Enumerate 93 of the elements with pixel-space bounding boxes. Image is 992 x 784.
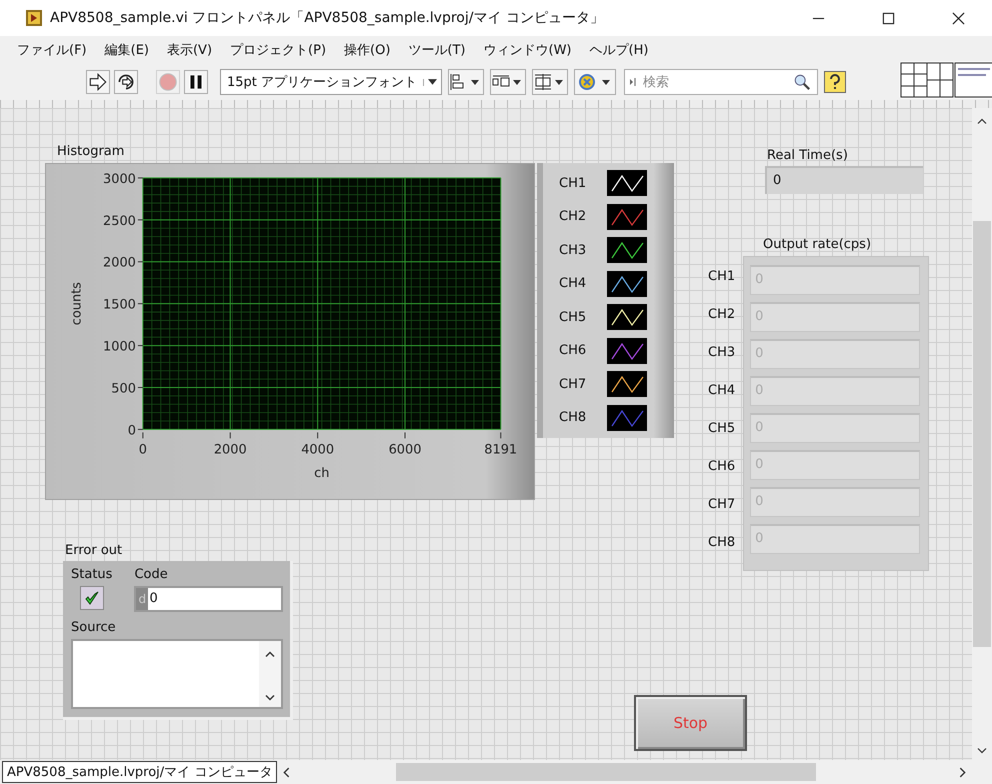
y-tick: [137, 428, 144, 430]
code-label: Code: [134, 567, 169, 582]
plot-line-swatch[interactable]: [607, 204, 647, 230]
x-tick: [317, 432, 318, 439]
x-tick: [142, 432, 144, 439]
reorder-icon[interactable]: [574, 69, 616, 95]
search-icon[interactable]: [793, 73, 812, 91]
vi-connector-pane-icon: [900, 62, 992, 98]
x-tick-label: 6000: [388, 442, 422, 458]
legend-label: CH7: [559, 376, 588, 392]
search-input[interactable]: 検索: [641, 74, 794, 90]
x-tick-label: 0: [138, 442, 147, 458]
search-options-icon: [629, 77, 638, 87]
scroll-up-icon[interactable]: [265, 651, 275, 658]
font-dropdown[interactable]: 15pt アプリケーションフォント: [220, 69, 442, 95]
plot-line-swatch[interactable]: [607, 237, 647, 264]
x-axis-title: ch: [314, 466, 330, 482]
x-tick-label: 8191: [484, 442, 518, 458]
maximize-icon[interactable]: [882, 12, 895, 24]
plot-line-swatch[interactable]: [607, 371, 647, 398]
menu-item[interactable]: 編集(E): [104, 41, 149, 59]
plot-line-swatch[interactable]: [607, 270, 647, 297]
legend-label: CH1: [559, 176, 588, 191]
run-continuously-icon[interactable]: [114, 70, 138, 94]
y-tick: [137, 345, 144, 346]
menu-item[interactable]: ウィンドウ(W): [484, 41, 572, 59]
channel-label: CH1: [708, 268, 736, 286]
y-tick-label: 2000: [103, 256, 136, 271]
legend-label: CH3: [559, 242, 588, 258]
numeric-indicator: 0: [765, 166, 923, 194]
cluster-label: Error out: [65, 543, 122, 558]
y-tick-label: 3000: [103, 172, 136, 187]
menu-item[interactable]: 表示(V): [166, 41, 212, 59]
menu-item[interactable]: ファイル(F): [17, 41, 87, 59]
y-tick: [137, 303, 144, 304]
scroll-left-icon[interactable]: [283, 766, 290, 778]
channel-label: CH5: [708, 420, 736, 438]
channel-label: CH6: [708, 458, 736, 476]
project-path: APV8508_sample.lvproj/マイ コンピュータ: [2, 761, 278, 783]
pause-icon[interactable]: [184, 70, 208, 94]
resize-objects-icon[interactable]: [532, 69, 568, 95]
scrollbar-thumb[interactable]: [396, 763, 816, 781]
plot-line-swatch[interactable]: [607, 404, 647, 430]
y-tick: [137, 177, 144, 178]
legend-label: CH4: [559, 276, 588, 292]
legend-label: CH8: [559, 410, 588, 425]
y-tick-label: 1000: [103, 340, 136, 355]
plot-line-swatch[interactable]: [607, 338, 647, 364]
menu-item[interactable]: 操作(O): [344, 41, 390, 59]
y-tick: [137, 387, 144, 388]
scrollbar-thumb[interactable]: [973, 221, 991, 647]
channel-label: CH8: [708, 534, 736, 552]
channel-label: CH4: [708, 382, 736, 400]
channel-label: CH7: [708, 496, 736, 514]
legend-label: CH2: [559, 209, 588, 224]
menu-item[interactable]: プロジェクト(P): [230, 41, 326, 59]
indicator-label: Output rate(cps): [763, 237, 872, 252]
scroll-down-icon[interactable]: [265, 694, 275, 701]
distribute-objects-icon[interactable]: [490, 69, 526, 95]
x-tick: [404, 432, 406, 439]
menu-item[interactable]: ツール(T): [408, 41, 466, 59]
align-objects-icon[interactable]: [448, 69, 484, 95]
x-tick-label: 4000: [301, 442, 334, 458]
y-tick-label: 1500: [103, 298, 136, 313]
x-tick: [500, 432, 502, 439]
legend-label: CH6: [559, 343, 588, 358]
y-tick-label: 500: [111, 381, 136, 396]
window-title: APV8508_sample.vi フロントパネル「APV8508_sample.lvproj/マイ コンピュータ」: [50, 9, 605, 27]
channel-label: CH3: [708, 344, 736, 362]
source-label: Source: [71, 620, 117, 635]
y-tick-label: 0: [128, 423, 136, 438]
plot-line-swatch[interactable]: [607, 170, 647, 196]
plot-line-swatch[interactable]: [607, 304, 647, 330]
status-label: Status: [71, 567, 112, 582]
y-tick: [137, 261, 144, 262]
indicator-label: Real Time(s): [767, 148, 848, 163]
scroll-up-icon[interactable]: [977, 118, 987, 125]
y-axis-title: counts: [69, 282, 84, 326]
menu-item[interactable]: ヘルプ(H): [590, 41, 648, 59]
y-tick: [137, 219, 144, 220]
app-icon: [26, 10, 42, 26]
x-tick: [230, 432, 231, 439]
scroll-right-icon[interactable]: [959, 766, 966, 778]
search-bar[interactable]: 検索: [624, 69, 818, 95]
chart-title: Histogram: [57, 144, 124, 159]
x-tick-label: 2000: [214, 442, 247, 458]
channel-label: CH2: [708, 306, 736, 324]
close-icon[interactable]: [952, 12, 965, 24]
dropdown-caret-icon: [423, 78, 438, 86]
help-icon[interactable]: [824, 71, 846, 93]
legend-label: CH5: [559, 310, 588, 325]
y-tick-label: 2500: [103, 214, 136, 229]
scroll-down-icon[interactable]: [977, 747, 987, 754]
